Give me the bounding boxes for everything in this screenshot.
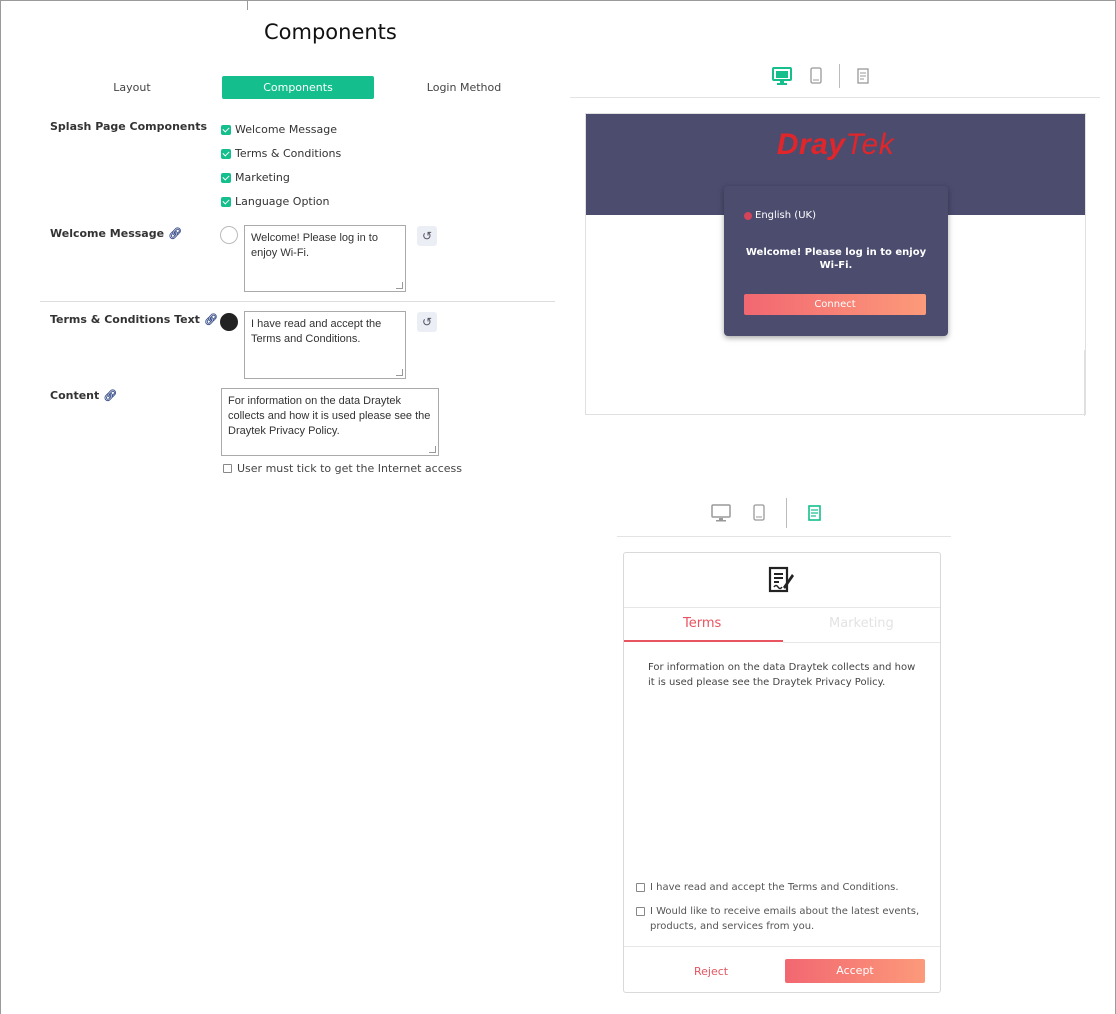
mobile-icon[interactable]: [809, 66, 823, 86]
preview-separator: [624, 607, 940, 608]
reset-icon[interactable]: ↺: [417, 226, 437, 246]
toolbar-underline: [617, 536, 951, 537]
language-label: English (UK): [755, 210, 816, 221]
welcome-message-label-text: Welcome Message: [50, 227, 165, 240]
preview-separator: [624, 946, 940, 947]
checkbox-unchecked-icon[interactable]: [223, 464, 232, 473]
checkbox-label: Language Option: [235, 195, 330, 208]
globe-icon: [744, 211, 752, 220]
checkbox-terms-conditions[interactable]: Terms & Conditions: [221, 147, 341, 160]
terms-text-label: Terms & Conditions Text 🔗︎: [50, 313, 218, 326]
desktop-icon[interactable]: [771, 66, 793, 86]
checkbox-label: Marketing: [235, 171, 290, 184]
tab-marketing[interactable]: Marketing: [829, 616, 894, 631]
desktop-preview: DrayTek English (UK) Welcome! Please log…: [585, 113, 1086, 416]
preview-edge: [1084, 350, 1085, 416]
frame-divider: [247, 0, 248, 10]
terms-preview: Terms Marketing For information on the d…: [623, 552, 941, 993]
welcome-message-preview: Welcome! Please log in to enjoy Wi-Fi.: [745, 247, 927, 271]
terms-doc-icon[interactable]: [856, 66, 872, 86]
link-icon[interactable]: 🔗︎: [204, 313, 218, 326]
section-divider: [40, 301, 555, 302]
splash-components-label: Splash Page Components: [50, 120, 208, 133]
content-label-text: Content: [50, 389, 100, 402]
brand-logo: DrayTek: [586, 128, 1085, 162]
link-icon[interactable]: 🔗︎: [168, 227, 182, 240]
device-toolbar-terms-preview: [710, 498, 825, 528]
tab-underline: [783, 642, 940, 643]
terms-doc-icon[interactable]: [807, 503, 825, 523]
checkbox-marketing[interactable]: Marketing: [221, 171, 290, 184]
marketing-opt-in-label: I Would like to receive emails about the…: [650, 906, 920, 932]
reject-button[interactable]: Reject: [694, 965, 728, 978]
accept-button[interactable]: Accept: [785, 959, 925, 983]
terms-content: For information on the data Draytek coll…: [648, 662, 916, 688]
checkbox-label: Terms & Conditions: [235, 147, 342, 160]
page-title: Components: [264, 20, 397, 44]
checkbox-checked-icon[interactable]: [221, 124, 231, 135]
toolbar-underline: [570, 97, 1100, 98]
reset-icon[interactable]: ↺: [417, 312, 437, 332]
content-label: Content 🔗︎: [50, 389, 117, 402]
toolbar-separator: [839, 64, 840, 88]
checkbox-language-option[interactable]: Language Option: [221, 195, 330, 208]
welcome-color-picker[interactable]: [220, 226, 238, 244]
terms-color-picker[interactable]: [220, 313, 238, 331]
marketing-opt-in-checkbox[interactable]: I Would like to receive emails about the…: [636, 904, 926, 934]
checkbox-unchecked-icon[interactable]: [636, 907, 645, 916]
link-icon[interactable]: 🔗︎: [103, 389, 117, 402]
login-card: English (UK) Welcome! Please log in to e…: [724, 186, 948, 336]
brand-logo-right: Tek: [845, 128, 895, 161]
device-toolbar-desktop-preview: [771, 64, 872, 88]
checkbox-welcome-message[interactable]: Welcome Message: [221, 123, 337, 136]
welcome-message-input[interactable]: Welcome! Please log in to enjoy Wi-Fi.: [244, 225, 406, 292]
terms-text-label-text: Terms & Conditions Text: [50, 313, 200, 326]
tab-layout[interactable]: Layout: [82, 76, 182, 99]
checkbox-checked-icon[interactable]: [221, 196, 231, 207]
welcome-message-label: Welcome Message 🔗︎: [50, 227, 182, 240]
tab-terms[interactable]: Terms: [683, 616, 721, 631]
language-selector[interactable]: English (UK): [744, 210, 816, 221]
tab-components[interactable]: Components: [222, 76, 374, 99]
checkbox-unchecked-icon[interactable]: [636, 883, 645, 892]
accept-terms-checkbox[interactable]: I have read and accept the Terms and Con…: [636, 880, 899, 895]
active-tab-indicator: [624, 640, 783, 642]
toolbar-separator: [786, 498, 787, 528]
accept-terms-label: I have read and accept the Terms and Con…: [650, 882, 899, 893]
internet-access-tick-label: User must tick to get the Internet acces…: [237, 462, 462, 475]
checkbox-checked-icon[interactable]: [221, 172, 231, 183]
brand-logo-left: Dray: [776, 128, 846, 161]
content-input[interactable]: For information on the data Draytek coll…: [221, 388, 439, 456]
mobile-icon[interactable]: [752, 503, 766, 523]
checkbox-label: Welcome Message: [235, 123, 338, 136]
desktop-icon[interactable]: [710, 503, 732, 523]
terms-doc-icon: [768, 566, 794, 593]
internet-access-tick[interactable]: User must tick to get the Internet acces…: [223, 462, 462, 475]
tab-login-method[interactable]: Login Method: [410, 76, 518, 99]
connect-button[interactable]: Connect: [744, 294, 926, 315]
checkbox-checked-icon[interactable]: [221, 148, 231, 159]
terms-text-input[interactable]: I have read and accept the Terms and Con…: [244, 311, 406, 379]
